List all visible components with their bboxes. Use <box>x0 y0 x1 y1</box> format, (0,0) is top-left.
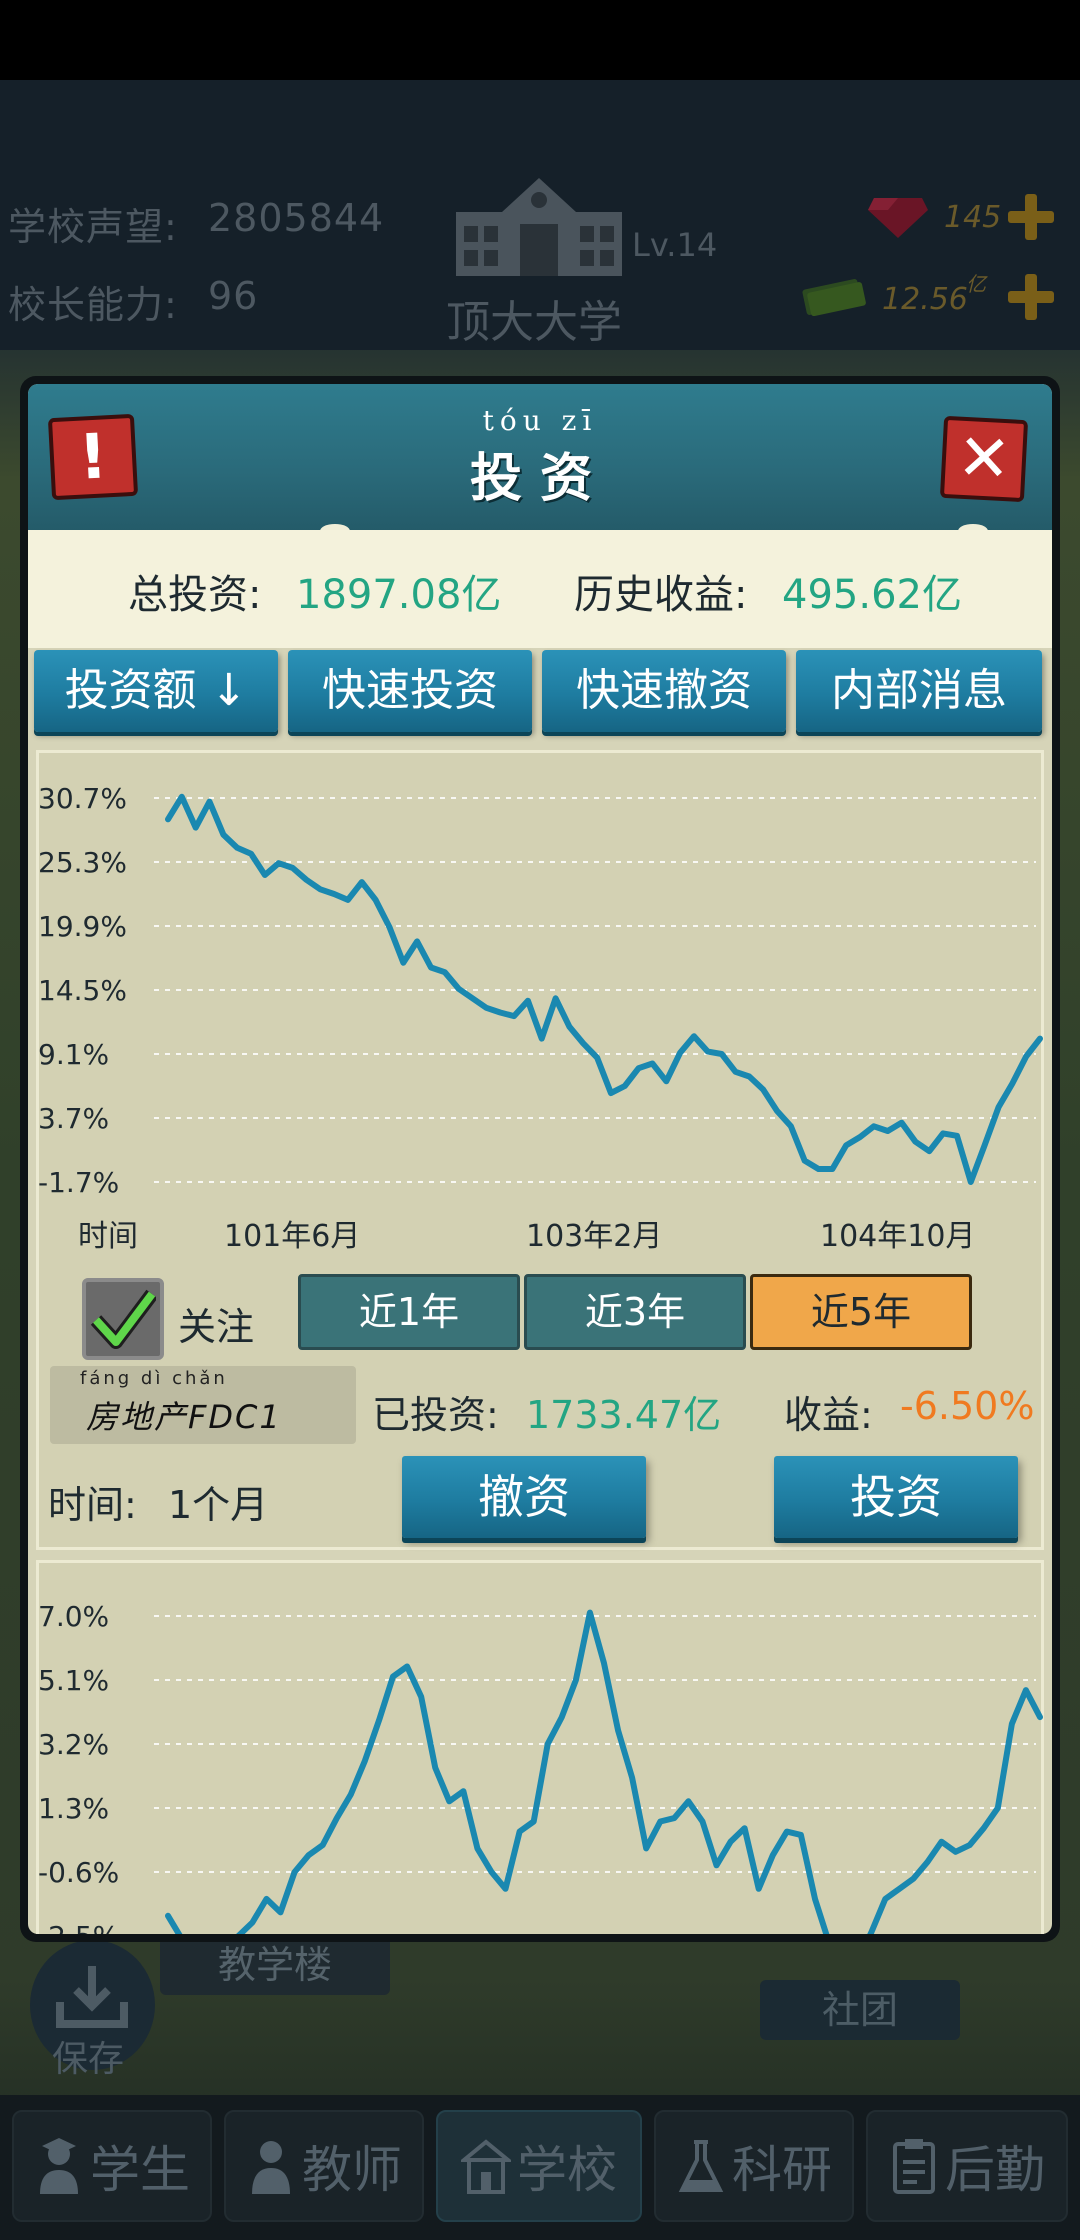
nav-logistics-label: 后勤 <box>945 2141 1045 2199</box>
nav-school-label: 学校 <box>517 2141 617 2199</box>
y-tick-label: 7.0% <box>38 1600 109 1633</box>
x-axis-label: 时间 <box>78 1219 138 1254</box>
y-tick-label: 14.5% <box>38 974 127 1007</box>
student-icon <box>40 2138 78 2194</box>
series-line <box>165 1609 1043 1934</box>
gem-icon <box>868 198 928 238</box>
money-count: 12.56 <box>882 282 968 317</box>
close-icon: ✕ <box>955 420 1013 498</box>
nav-teachers[interactable]: 教师 <box>224 2110 424 2222</box>
dialog-title: 投资 <box>469 449 610 509</box>
quick-divest-button[interactable]: 快速撤资 <box>542 650 786 732</box>
nav-school[interactable]: 学校 <box>436 2110 642 2222</box>
reputation-value: 2805844 <box>208 196 385 240</box>
price-trend-chart: 30.7% 25.3% 19.9% 14.5% 9.1% 3.7% -1.7% 时间 101年6… <box>38 782 1043 1254</box>
exclamation-icon: ! <box>76 419 110 494</box>
nav-logistics[interactable]: 后勤 <box>866 2110 1068 2222</box>
school-icon <box>461 2139 511 2194</box>
follow-checkbox[interactable] <box>82 1278 164 1360</box>
nav-research[interactable]: 科研 <box>654 2110 854 2222</box>
stock-pinyin: fáng dì chǎn <box>80 1368 228 1389</box>
add-money-icon[interactable] <box>1008 274 1054 320</box>
stock-name: 房地产FDC1 <box>86 1398 282 1436</box>
school-level: Lv.14 <box>632 226 718 264</box>
total-investment-value: 1897.08亿 <box>296 572 502 618</box>
history-return-value: 495.62亿 <box>782 572 962 618</box>
invested-label: 已投资: <box>372 1393 499 1437</box>
invest-button[interactable]: 投资 <box>774 1456 1018 1538</box>
checkmark-icon <box>90 1289 156 1349</box>
y-tick-label: 3.2% <box>38 1728 109 1761</box>
download-icon <box>56 1966 128 2028</box>
investment-dialog: tóu zī 投资 ! ✕ 总投资: 1897.08亿 历史收益: 495.62… <box>20 376 1060 1942</box>
status-bar <box>0 0 1080 80</box>
x-tick-label: 104年10月 <box>820 1219 975 1254</box>
return-value: -6.50% <box>900 1384 1035 1428</box>
quick-invest-button[interactable]: 快速投资 <box>288 650 532 732</box>
money-unit: 亿 <box>966 272 986 296</box>
teacher-icon <box>252 2141 290 2194</box>
y-tick-label: -1.7% <box>38 1166 119 1199</box>
y-tick-label: 5.1% <box>38 1664 109 1697</box>
money-icon <box>802 279 866 316</box>
nav-research-label: 科研 <box>732 2141 832 2199</box>
reputation-label: 学校声望: <box>8 205 178 249</box>
y-tick-label: 30.7% <box>38 782 127 815</box>
insider-info-button[interactable]: 内部消息 <box>796 650 1042 732</box>
period-label: 时间: <box>48 1483 137 1527</box>
return-label: 收益: <box>784 1393 873 1437</box>
principal-label: 校长能力: <box>8 283 178 327</box>
total-investment-label: 总投资: <box>128 572 262 618</box>
sort-by-amount-button[interactable]: 投资额 ↓ <box>34 650 278 732</box>
title-pinyin: tóu zī <box>482 404 598 437</box>
school-building-icon <box>456 178 622 276</box>
divest-button[interactable]: 撤资 <box>402 1456 646 1538</box>
x-tick-label: 101年6月 <box>224 1219 360 1254</box>
building-label: 教学楼 <box>160 1935 390 1995</box>
y-tick-label: -0.6% <box>38 1856 119 1889</box>
y-tick-label: -2.5% <box>38 1920 119 1934</box>
gem-count: 145 <box>944 200 1002 235</box>
y-tick-label: 19.9% <box>38 910 127 943</box>
dialog-body: tóu zī 投资 ! ✕ 总投资: 1897.08亿 历史收益: 495.62… <box>28 384 1052 1934</box>
range-1y-button[interactable]: 近1年 <box>298 1274 520 1350</box>
nav-students-label: 学生 <box>90 2141 190 2199</box>
info-alert-button[interactable]: ! <box>47 413 139 501</box>
nav-students[interactable]: 学生 <box>12 2110 212 2222</box>
range-5y-button[interactable]: 近5年 <box>750 1274 972 1350</box>
nav-teachers-label: 教师 <box>302 2141 402 2199</box>
y-tick-label: 9.1% <box>38 1038 109 1071</box>
y-tick-label: 1.3% <box>38 1792 109 1825</box>
x-tick-label: 103年2月 <box>526 1219 662 1254</box>
y-tick-label: 25.3% <box>38 846 127 879</box>
flask-icon <box>678 2140 724 2192</box>
clipboard-icon <box>893 2139 935 2194</box>
game-screen: 学校声望: 2805844 校长能力: 96 Lv.14 顶大大学 145 12… <box>0 0 1080 2240</box>
club-label[interactable]: 社团 <box>760 1980 960 2040</box>
y-tick-label: 3.7% <box>38 1102 109 1135</box>
price-trend-chart-2: 7.0% 5.1% 3.2% 1.3% -0.6% -2.5% <box>38 1600 1043 1934</box>
invested-value: 1733.47亿 <box>526 1393 722 1437</box>
range-3y-button[interactable]: 近3年 <box>524 1274 746 1350</box>
add-gems-icon[interactable] <box>1008 194 1054 240</box>
school-name: 顶大大学 <box>446 297 622 348</box>
history-return-label: 历史收益: <box>574 572 748 618</box>
follow-label: 关注 <box>178 1305 255 1349</box>
principal-value: 96 <box>208 274 259 318</box>
close-button[interactable]: ✕ <box>939 415 1029 503</box>
save-label: 保存 <box>52 2039 125 2080</box>
period-value: 1个月 <box>168 1483 269 1527</box>
